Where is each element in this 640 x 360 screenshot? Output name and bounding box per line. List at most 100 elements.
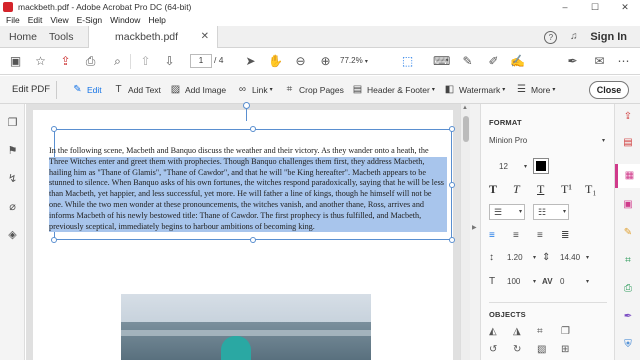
draw-icon[interactable]: ✍ [510,54,525,69]
subscript-icon[interactable]: T₁ [585,182,609,197]
sign-icon[interactable]: ✒ [565,54,580,69]
underline-icon[interactable]: T [537,182,561,197]
sign-in-button[interactable]: Sign In [590,31,627,43]
paragraph-spacing-value[interactable]: 14.40 [556,253,586,262]
create-pdf-icon[interactable]: ▤ [621,136,635,150]
character-spacing-value[interactable]: 0 [556,277,586,286]
keyboard-icon[interactable]: ⌨ [433,54,450,69]
align-justify-icon[interactable]: ≣ [561,230,585,241]
menu-esign[interactable]: E-Sign [77,15,103,25]
chevron-down-icon[interactable]: ▾ [586,278,589,285]
flip-horizontal-icon[interactable]: ◮ [513,326,537,337]
menu-window[interactable]: Window [110,15,140,25]
resize-handle-top-middle[interactable] [250,126,256,132]
tab-document[interactable]: mackbeth.pdf ✕ [88,26,218,49]
rotate-right-icon[interactable]: ↻ [513,344,537,355]
maximize-button[interactable]: ☐ [580,0,610,14]
italic-icon[interactable]: T [513,182,537,197]
highlight-icon[interactable]: ✐ [486,54,501,69]
menu-edit[interactable]: Edit [28,15,43,25]
add-text-button[interactable]: T Add Text [113,76,160,104]
scroll-up-icon[interactable]: ▲ [462,105,468,111]
layers-icon[interactable]: ◈ [5,228,20,243]
find-icon[interactable]: ⌕ [110,54,125,69]
line-spacing-value[interactable]: 1.20 [503,253,533,262]
scan-icon[interactable]: ⌗ [621,254,635,268]
edit-button[interactable]: ✎ Edit [72,76,101,104]
resize-handle-bottom-left[interactable] [51,237,57,243]
zoom-out-icon[interactable]: ⊖ [293,54,308,69]
resize-handle-bottom-middle[interactable] [250,237,256,243]
bulleted-list-dropdown[interactable]: ☰ ▾ [489,204,525,220]
close-edit-button[interactable]: Close [589,81,629,99]
menu-view[interactable]: View [50,15,68,25]
vertical-scrollbar[interactable]: ▲ [460,104,470,360]
organize-pages-icon[interactable]: ▣ [621,198,635,212]
zoom-level-dropdown[interactable]: 77.2% ▾ [340,54,376,68]
comment-icon[interactable]: ✎ [460,54,475,69]
comment-tool-icon[interactable]: ✎ [621,226,635,240]
paperclip-icon[interactable]: ⌀ [5,200,20,215]
crop-object-icon[interactable]: ⌗ [537,326,561,337]
align-center-icon[interactable]: ≡ [513,230,537,241]
rotate-left-icon[interactable]: ↺ [489,344,513,355]
collapse-panel-icon[interactable]: ▶ [472,224,477,231]
chevron-down-icon[interactable]: ▾ [586,254,589,261]
minimize-button[interactable]: – [550,0,580,14]
bookmarks-icon[interactable]: ⚑ [5,144,20,159]
protect-icon[interactable]: ⛨ [621,338,635,352]
font-family-dropdown[interactable]: Minion Pro ▾ [489,134,607,148]
horizontal-scale-value[interactable]: 100 [503,277,533,286]
numbered-list-dropdown[interactable]: ☷ ▾ [533,204,569,220]
document-photo[interactable] [121,294,371,360]
selected-paragraph[interactable]: In the following scene, Macbeth and Banq… [49,146,447,233]
next-page-icon[interactable]: ⇩ [162,54,177,69]
help-icon[interactable]: ? [544,30,558,44]
close-tab-icon[interactable]: ✕ [201,26,209,48]
menu-help[interactable]: Help [148,15,165,25]
flip-vertical-icon[interactable]: ◭ [489,326,513,337]
page-thumbnails-icon[interactable]: ❐ [5,116,20,131]
upload-icon[interactable]: ⇪ [58,54,73,69]
save-icon[interactable]: ▣ [8,54,23,69]
export-pdf-icon[interactable]: ⇪ [621,110,635,124]
font-size-dropdown[interactable]: 12 ▾ [489,160,529,174]
notifications-icon[interactable]: ♫ [567,31,580,44]
edit-pdf-tool-icon[interactable]: ▦ [615,164,640,188]
menu-file[interactable]: File [6,15,20,25]
hand-tool-icon[interactable]: ✋ [268,54,283,69]
watermark-dropdown[interactable]: ◧ Watermark ▾ [444,76,506,104]
align-left-icon[interactable]: ≡ [489,230,513,241]
page-fit-icon[interactable]: ⬚ [400,54,415,69]
resize-handle-bottom-right[interactable] [449,237,455,243]
text-color-picker[interactable] [533,158,549,174]
fill-sign-icon[interactable]: ✒ [621,310,635,324]
close-window-button[interactable]: ✕ [610,0,640,14]
crop-pages-button[interactable]: ⌗ Crop Pages [284,76,344,104]
chevron-down-icon[interactable]: ▾ [533,278,536,285]
align-right-icon[interactable]: ≡ [537,230,561,241]
tab-home[interactable]: Home [9,26,37,48]
bookmark-star-icon[interactable]: ☆ [33,54,48,69]
header-footer-dropdown[interactable]: ▤ Header & Footer ▾ [352,76,435,104]
replace-image-icon[interactable]: ▧ [537,344,561,355]
arrange-icon[interactable]: ❐ [561,326,585,337]
bold-icon[interactable]: T [489,182,513,197]
email-icon[interactable]: ✉ [592,54,607,69]
align-objects-icon[interactable]: ⊞ [561,344,585,355]
enhance-scan-icon[interactable]: ⎙ [621,282,635,296]
resize-handle-top-left[interactable] [51,126,57,132]
tab-tools[interactable]: Tools [49,26,74,48]
page-number-input[interactable]: 1 [190,54,212,68]
panel-collapse-strip[interactable]: ▶ [470,104,480,360]
link-dropdown[interactable]: ∞ Link ▾ [237,76,273,104]
scrollbar-thumb[interactable] [463,116,469,142]
zoom-in-icon[interactable]: ⊕ [318,54,333,69]
rotate-handle[interactable] [243,102,250,109]
resize-handle-right[interactable] [449,182,455,188]
more-options-icon[interactable]: ⋯ [616,54,631,69]
print-icon[interactable]: ⎙ [83,54,98,69]
attachments-search-icon[interactable]: ↯ [5,172,20,187]
add-image-button[interactable]: ▨ Add Image [170,76,226,104]
select-cursor-icon[interactable]: ➤ [243,54,258,69]
